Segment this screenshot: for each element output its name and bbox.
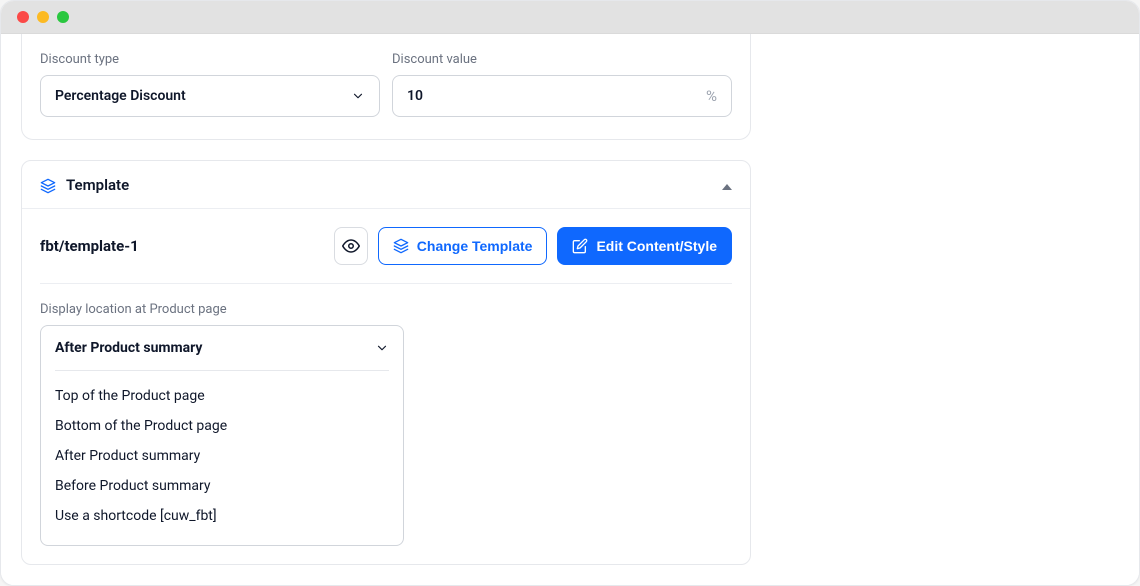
discount-value-input[interactable]: 10 %	[392, 75, 732, 117]
layers-icon	[40, 177, 56, 193]
discount-type-select[interactable]: Percentage Discount	[40, 75, 380, 117]
collapse-icon[interactable]	[722, 175, 732, 194]
edit-icon	[572, 238, 588, 254]
display-location-option-list: Top of the Product page Bottom of the Pr…	[41, 371, 403, 545]
template-section-title: Template	[66, 176, 129, 194]
discount-value-label: Discount value	[392, 52, 732, 67]
app-window: Discount type Percentage Discount Discou…	[0, 0, 1140, 586]
template-header[interactable]: Template	[22, 161, 750, 208]
window-close-dot[interactable]	[17, 11, 29, 23]
display-location-option[interactable]: Before Product summary	[55, 471, 389, 501]
display-location-selected: After Product summary	[55, 340, 202, 356]
content-area: Discount type Percentage Discount Discou…	[1, 34, 1139, 585]
discount-value-text: 10	[407, 88, 706, 104]
discount-type-label: Discount type	[40, 52, 380, 67]
edit-content-style-label: Edit Content/Style	[596, 238, 717, 254]
discount-type-value: Percentage Discount	[55, 88, 351, 104]
template-path: fbt/template-1	[40, 237, 324, 255]
display-location-label: Display location at Product page	[40, 302, 732, 317]
edit-content-style-button[interactable]: Edit Content/Style	[557, 227, 732, 265]
percent-suffix: %	[706, 87, 717, 105]
display-location-option[interactable]: Use a shortcode [cuw_fbt]	[55, 501, 389, 531]
window-maximize-dot[interactable]	[57, 11, 69, 23]
change-template-label: Change Template	[417, 238, 533, 254]
display-location-option[interactable]: After Product summary	[55, 441, 389, 471]
eye-icon	[342, 237, 360, 255]
layers-icon	[393, 238, 409, 254]
display-location-option[interactable]: Top of the Product page	[55, 381, 389, 411]
window-minimize-dot[interactable]	[37, 11, 49, 23]
chevron-down-icon	[375, 341, 389, 355]
display-location-option[interactable]: Bottom of the Product page	[55, 411, 389, 441]
display-location-dropdown[interactable]: After Product summary Top of the Product…	[40, 325, 404, 546]
chevron-down-icon	[351, 89, 365, 103]
discount-card: Discount type Percentage Discount Discou…	[21, 34, 751, 140]
template-card: Template fbt/template-1	[21, 160, 751, 565]
preview-button[interactable]	[334, 227, 368, 265]
window-titlebar	[1, 1, 1139, 34]
change-template-button[interactable]: Change Template	[378, 227, 548, 265]
